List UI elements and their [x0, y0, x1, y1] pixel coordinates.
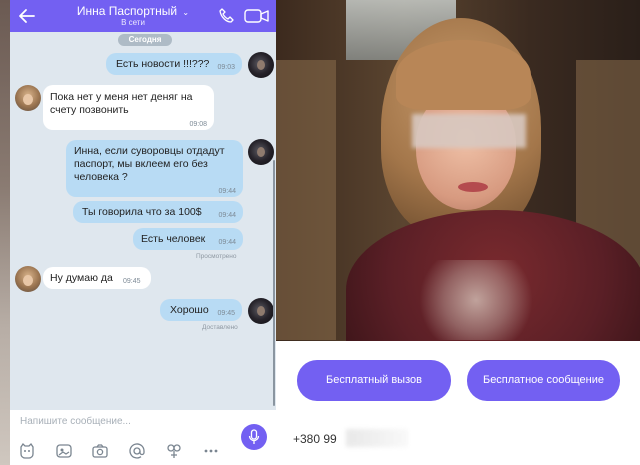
message-text: Пока нет у меня нет деняг на счету позво…	[50, 91, 193, 116]
profile-actions: Бесплатный вызов Бесплатное сообщение +3…	[276, 341, 640, 465]
message-text: Есть человек	[141, 233, 206, 245]
doodle-icon[interactable]	[165, 442, 183, 460]
camera-icon[interactable]	[91, 442, 109, 460]
avatar-self[interactable]	[248, 139, 274, 165]
message-time: 09:45	[217, 310, 235, 317]
message-outgoing[interactable]: Есть новости !!!??? 09:03	[106, 53, 242, 75]
image-icon[interactable]	[55, 442, 73, 460]
avatar-contact[interactable]	[15, 266, 41, 292]
more-icon[interactable]	[202, 442, 220, 460]
phone-number-mask	[346, 429, 408, 447]
message-time: 09:08	[189, 121, 207, 128]
voice-message-button[interactable]	[241, 424, 267, 450]
delivered-status: Доставлено	[202, 324, 238, 331]
back-arrow-icon[interactable]	[16, 5, 38, 27]
bangs	[396, 40, 531, 110]
message-outgoing[interactable]: Есть человек 09:44	[133, 228, 243, 250]
message-input[interactable]: Напишите сообщение...	[20, 416, 240, 432]
scrollbar[interactable]	[273, 160, 275, 406]
contact-name-text: Инна Паспортный	[76, 4, 178, 18]
message-text: Ну думаю да	[50, 272, 113, 284]
microphone-icon	[248, 429, 260, 444]
free-message-button[interactable]: Бесплатное сообщение	[467, 360, 620, 401]
avatar-self[interactable]	[248, 52, 274, 78]
background-photo-edge	[0, 0, 10, 465]
message-text: Инна, если суворовцы отдадут паспорт, мы…	[74, 145, 225, 183]
message-text: Есть новости !!!???	[116, 58, 210, 70]
sticker-icon[interactable]	[18, 442, 36, 460]
message-time: 09:44	[218, 239, 236, 246]
message-outgoing[interactable]: Хорошо 09:45	[160, 299, 242, 321]
phone-number[interactable]: +380 99	[293, 432, 337, 446]
video-camera-icon[interactable]	[244, 8, 270, 24]
message-outgoing[interactable]: Инна, если суворовцы отдадут паспорт, мы…	[66, 140, 243, 197]
message-time: 09:45	[123, 278, 141, 285]
censor-blur	[412, 114, 526, 148]
message-text: Ты говорила что за 100$	[82, 206, 202, 218]
free-call-button[interactable]: Бесплатный вызов	[297, 360, 451, 401]
wood-panel	[276, 60, 336, 340]
lips	[458, 182, 488, 192]
message-time: 09:44	[218, 212, 236, 219]
chat-header: Инна Паспортный ⌄ В сети	[10, 0, 276, 32]
shirt-print	[406, 260, 546, 340]
avatar-self[interactable]	[248, 298, 274, 324]
message-text: Хорошо	[170, 304, 209, 316]
mention-icon[interactable]	[128, 442, 146, 460]
seen-status: Просмотрено	[196, 253, 237, 260]
avatar-contact[interactable]	[15, 85, 41, 111]
message-time: 09:03	[217, 64, 235, 71]
chat-panel: Инна Паспортный ⌄ В сети Сегодня Есть но…	[10, 0, 276, 465]
phone-icon[interactable]	[218, 7, 236, 25]
chevron-down-icon: ⌄	[182, 8, 190, 17]
date-separator: Сегодня	[118, 34, 172, 46]
contact-profile-photo[interactable]	[276, 0, 640, 341]
message-incoming[interactable]: Ну думаю да 09:45	[43, 267, 151, 289]
message-outgoing[interactable]: Ты говорила что за 100$ 09:44	[73, 201, 243, 223]
contact-status: В сети	[121, 18, 145, 27]
message-incoming[interactable]: Пока нет у меня нет деняг на счету позво…	[43, 85, 214, 130]
message-time: 09:44	[218, 188, 236, 195]
